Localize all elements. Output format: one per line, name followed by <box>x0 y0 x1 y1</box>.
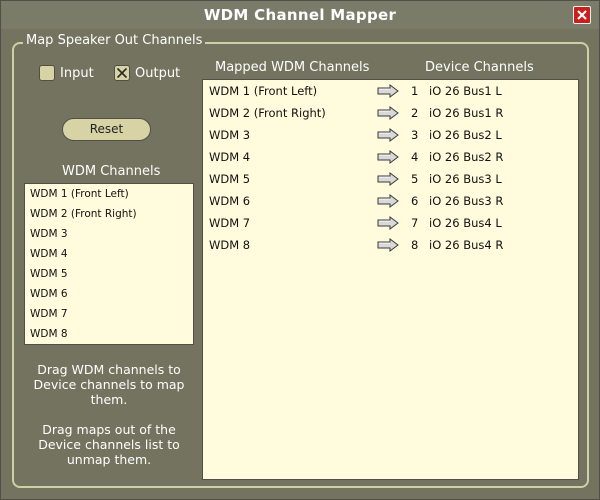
right-arrow-icon <box>377 106 399 120</box>
mapped-wdm-label: WDM 7 <box>209 216 251 230</box>
device-channel-label: iO 26 Bus2 R <box>429 150 504 164</box>
map-arrow-icon <box>377 84 399 98</box>
mapped-wdm-label: WDM 6 <box>209 194 251 208</box>
right-arrow-icon <box>377 128 399 142</box>
device-channel-label: iO 26 Bus3 R <box>429 194 504 208</box>
window: WDM Channel Mapper Map Speaker Out Chann… <box>0 0 600 500</box>
right-arrow-icon <box>377 238 399 252</box>
wdm-channel-item[interactable]: WDM 1 (Front Left) <box>30 188 129 200</box>
mapping-row[interactable]: WDM 5 5 iO 26 Bus3 L <box>203 170 579 190</box>
device-channel-number: 2 <box>411 106 419 120</box>
mapped-wdm-label: WDM 2 (Front Right) <box>209 106 326 120</box>
output-checkbox[interactable] <box>114 65 130 81</box>
map-arrow-icon <box>377 194 399 208</box>
right-arrow-icon <box>377 216 399 230</box>
input-label: Input <box>60 65 94 81</box>
map-arrow-icon <box>377 216 399 230</box>
wdm-channels-label: WDM Channels <box>62 164 161 179</box>
x-check-icon <box>116 67 128 79</box>
mapped-wdm-label: WDM 8 <box>209 238 251 252</box>
device-channel-number: 3 <box>411 128 419 142</box>
mapping-row[interactable]: WDM 3 3 iO 26 Bus2 L <box>203 126 579 146</box>
device-channel-label: iO 26 Bus3 L <box>429 172 502 186</box>
mapped-wdm-label: WDM 3 <box>209 128 251 142</box>
device-channel-label: iO 26 Bus2 L <box>429 128 502 142</box>
map-arrow-icon <box>377 238 399 252</box>
device-channel-number: 4 <box>411 150 419 164</box>
right-arrow-icon <box>377 172 399 186</box>
map-arrow-icon <box>377 128 399 142</box>
reset-button[interactable]: Reset <box>62 118 151 141</box>
mapping-row[interactable]: WDM 1 (Front Left) 1 iO 26 Bus1 L <box>203 82 579 102</box>
mapping-row[interactable]: WDM 6 6 iO 26 Bus3 R <box>203 192 579 212</box>
device-channel-number: 6 <box>411 194 419 208</box>
mapping-row[interactable]: WDM 4 4 iO 26 Bus2 R <box>203 148 579 168</box>
title-bar[interactable]: WDM Channel Mapper <box>1 1 599 29</box>
device-channel-number: 7 <box>411 216 419 230</box>
wdm-channel-item[interactable]: WDM 2 (Front Right) <box>30 208 137 220</box>
window-title: WDM Channel Mapper <box>203 6 397 24</box>
wdm-channel-item[interactable]: WDM 8 <box>30 328 68 340</box>
device-channel-label: iO 26 Bus1 R <box>429 106 504 120</box>
right-arrow-icon <box>377 194 399 208</box>
instructions-map: Drag WDM channels to Device channels to … <box>33 362 185 407</box>
input-checkbox[interactable] <box>39 65 55 81</box>
output-checkbox-row[interactable]: Output <box>114 65 180 81</box>
device-channel-label: iO 26 Bus4 L <box>429 216 502 230</box>
device-channel-number: 8 <box>411 238 419 252</box>
close-button[interactable] <box>573 6 591 24</box>
close-icon <box>577 10 587 20</box>
device-channels-list[interactable]: WDM 1 (Front Left) 1 iO 26 Bus1 L WDM 2 (Fr… <box>202 79 579 480</box>
wdm-channel-item[interactable]: WDM 6 <box>30 288 68 300</box>
mapped-wdm-header: Mapped WDM Channels <box>215 60 370 75</box>
device-channel-label: iO 26 Bus1 L <box>429 84 502 98</box>
wdm-channel-item[interactable]: WDM 5 <box>30 268 68 280</box>
map-arrow-icon <box>377 150 399 164</box>
map-arrow-icon <box>377 172 399 186</box>
map-arrow-icon <box>377 106 399 120</box>
mapped-wdm-label: WDM 1 (Front Left) <box>209 84 318 98</box>
device-channel-number: 1 <box>411 84 419 98</box>
right-arrow-icon <box>377 150 399 164</box>
mapped-wdm-label: WDM 4 <box>209 150 251 164</box>
device-channel-label: iO 26 Bus4 R <box>429 238 504 252</box>
output-label: Output <box>135 65 181 81</box>
wdm-channels-list[interactable]: WDM 1 (Front Left) WDM 2 (Front Right) WDM… <box>24 183 194 345</box>
instructions-unmap: Drag maps out of the Device channels lis… <box>38 422 180 467</box>
mapping-row[interactable]: WDM 7 7 iO 26 Bus4 L <box>203 214 579 234</box>
mapped-wdm-label: WDM 5 <box>209 172 251 186</box>
mapping-row[interactable]: WDM 2 (Front Right) 2 iO 26 Bus1 R <box>203 104 579 124</box>
right-arrow-icon <box>377 84 399 98</box>
device-channels-header: Device Channels <box>425 60 534 75</box>
wdm-channel-item[interactable]: WDM 3 <box>30 228 68 240</box>
group-title: Map Speaker Out Channels <box>23 33 206 48</box>
wdm-channel-item[interactable]: WDM 4 <box>30 248 68 260</box>
wdm-channel-item[interactable]: WDM 7 <box>30 308 68 320</box>
device-channel-number: 5 <box>411 172 419 186</box>
input-checkbox-row[interactable]: Input <box>39 65 94 81</box>
mapping-row[interactable]: WDM 8 8 iO 26 Bus4 R <box>203 236 579 256</box>
